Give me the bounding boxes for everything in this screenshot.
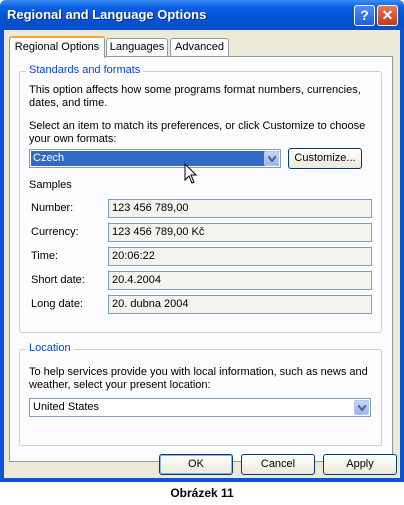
standards-description-2: dates, and time.: [29, 97, 108, 109]
location-dropdown[interactable]: United States: [29, 398, 371, 417]
cancel-button[interactable]: Cancel: [241, 454, 315, 475]
sample-value-time: 20:06:22: [108, 247, 372, 266]
sample-value-short-date: 20.4.2004: [108, 271, 372, 290]
chevron-down-icon[interactable]: [264, 151, 279, 166]
format-dropdown-value: Czech: [31, 151, 279, 166]
sample-value-number: 123 456 789,00: [108, 199, 372, 218]
location-description-2: weather, select your present location:: [29, 379, 211, 391]
dialog-window: Regional and Language Options ? ✕ Region…: [0, 0, 404, 482]
sample-label-long-date: Long date:: [31, 298, 83, 310]
chevron-down-icon[interactable]: [354, 400, 369, 415]
sample-label-short-date: Short date:: [31, 274, 85, 286]
standards-description-1: This option affects how some programs fo…: [29, 84, 361, 96]
sample-value-currency: 123 456 789,00 Kč: [108, 223, 372, 242]
tab-regional-options[interactable]: Regional Options: [9, 36, 105, 58]
sample-label-currency: Currency:: [31, 226, 79, 238]
dialog-client: Regional Options Languages Advanced Stan…: [4, 30, 400, 478]
tab-label: Languages: [109, 41, 165, 53]
title-bar[interactable]: Regional and Language Options ? ✕: [0, 0, 404, 30]
location-legend: Location: [26, 342, 74, 354]
apply-button[interactable]: Apply: [323, 454, 397, 475]
location-group: Location To help services provide you wi…: [19, 342, 382, 446]
sample-label-time: Time:: [31, 250, 59, 262]
samples-heading: Samples: [29, 179, 72, 191]
window-title: Regional and Language Options: [7, 7, 207, 22]
location-description-1: To help services provide you with local …: [29, 366, 368, 378]
tab-panel: Standards and formats This option affect…: [9, 56, 393, 462]
standards-legend: Standards and formats: [26, 64, 144, 76]
customize-button[interactable]: Customize...: [288, 148, 362, 169]
ok-button[interactable]: OK: [159, 454, 233, 475]
sample-value-long-date: 20. dubna 2004: [108, 295, 372, 314]
tab-advanced[interactable]: Advanced: [170, 38, 229, 57]
tab-label: Advanced: [175, 41, 224, 53]
standards-group: Standards and formats This option affect…: [19, 64, 382, 333]
format-dropdown[interactable]: Czech: [29, 149, 281, 168]
close-button[interactable]: ✕: [377, 5, 398, 26]
sample-label-number: Number:: [31, 202, 74, 214]
mouse-cursor-icon: [184, 163, 198, 184]
standards-prompt-1: Select an item to match its preferences,…: [29, 120, 366, 132]
standards-prompt-2: your own formats:: [29, 133, 117, 145]
location-dropdown-value: United States: [33, 401, 100, 413]
tab-label: Regional Options: [14, 41, 100, 53]
tab-languages[interactable]: Languages: [106, 38, 168, 57]
help-button[interactable]: ?: [354, 5, 375, 26]
figure-caption: Obrázek 11: [170, 486, 234, 500]
